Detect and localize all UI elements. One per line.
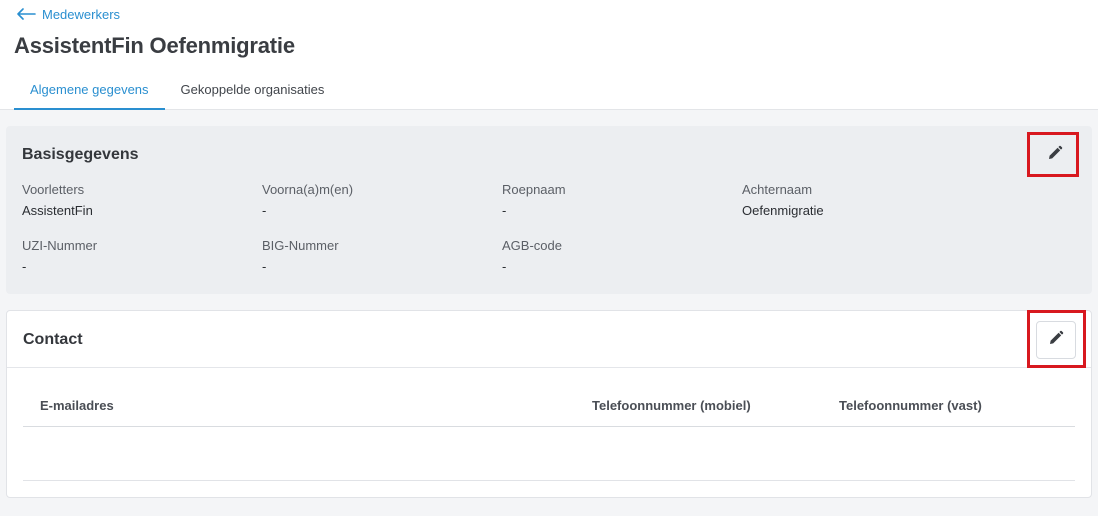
contact-card: Contact E-mailadres Telefoonnummer (mobi… xyxy=(6,310,1092,498)
field-value: - xyxy=(22,259,27,274)
basisgegevens-title: Basisgegevens xyxy=(22,146,139,163)
tab-algemene-gegevens[interactable]: Algemene gegevens xyxy=(14,72,165,110)
table-body xyxy=(23,427,1075,481)
pencil-icon xyxy=(1047,145,1063,166)
field-value: - xyxy=(262,259,267,274)
field-value: - xyxy=(502,259,507,274)
contact-edit-button[interactable] xyxy=(1036,321,1076,359)
field-value: AssistentFin xyxy=(22,203,93,218)
field-value: - xyxy=(262,203,267,218)
tab-gekoppelde-organisaties[interactable]: Gekoppelde organisaties xyxy=(165,72,341,110)
field-achternaam: Achternaam Oefenmigratie xyxy=(742,182,962,221)
basisgegevens-card: Basisgegevens Voorletters AssistentFin V… xyxy=(6,126,1092,294)
field-label: UZI-Nummer xyxy=(22,238,98,253)
field-label: Voorletters xyxy=(22,182,85,197)
field-label: BIG-Nummer xyxy=(262,238,339,253)
page-header: Medewerkers AssistentFin Oefenmigratie A… xyxy=(0,0,1098,110)
field-big-nummer: BIG-Nummer - xyxy=(262,238,482,277)
contact-title: Contact xyxy=(23,331,83,348)
field-agb-code: AGB-code - xyxy=(502,238,722,277)
field-label: Achternaam xyxy=(742,182,813,197)
column-header-vast[interactable]: Telefoonnummer (vast) xyxy=(839,398,982,413)
column-header-mobiel[interactable]: Telefoonnummer (mobiel) xyxy=(592,398,751,413)
back-link[interactable]: Medewerkers xyxy=(16,5,120,23)
field-label: Voorna(a)m(en) xyxy=(262,182,354,197)
contact-table: E-mailadres Telefoonnummer (mobiel) Tele… xyxy=(23,383,1075,481)
divider xyxy=(7,367,1091,368)
field-value: - xyxy=(502,203,507,218)
field-roepnaam: Roepnaam - xyxy=(502,182,722,221)
page-title: AssistentFin Oefenmigratie xyxy=(14,33,295,58)
arrow-left-icon xyxy=(16,8,36,20)
pencil-icon xyxy=(1048,330,1064,351)
tab-bar: Algemene gegevens Gekoppelde organisatie… xyxy=(14,72,340,110)
field-label: AGB-code xyxy=(502,238,562,253)
field-voorletters: Voorletters AssistentFin xyxy=(22,182,242,221)
field-uzi-nummer: UZI-Nummer - xyxy=(22,238,242,277)
back-link-label: Medewerkers xyxy=(42,6,121,22)
field-voornamen: Voorna(a)m(en) - xyxy=(262,182,482,221)
field-label: Roepnaam xyxy=(502,182,566,197)
column-header-email[interactable]: E-mailadres xyxy=(40,398,114,413)
basisgegevens-edit-button[interactable] xyxy=(1035,136,1075,174)
table-header: E-mailadres Telefoonnummer (mobiel) Tele… xyxy=(23,383,1075,427)
field-value: Oefenmigratie xyxy=(742,203,824,218)
